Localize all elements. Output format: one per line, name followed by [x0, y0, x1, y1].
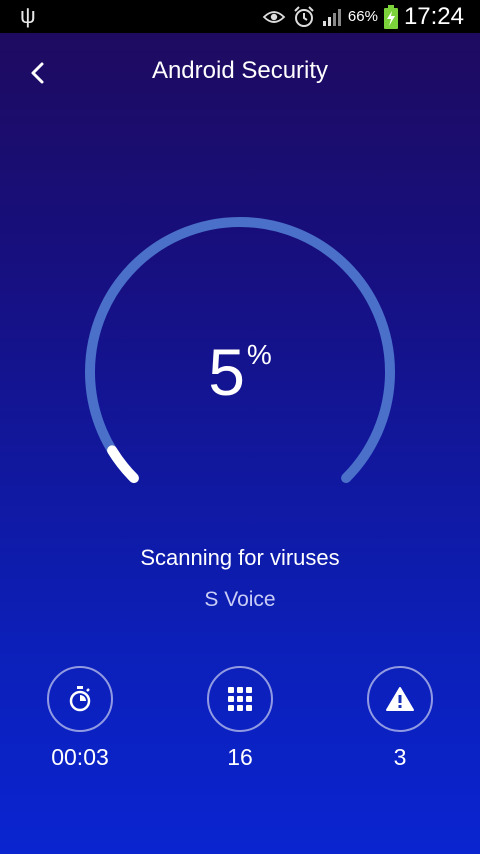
stat-threats-found-circle[interactable] [367, 666, 433, 732]
battery-charging-icon [383, 4, 398, 29]
warning-icon [386, 687, 414, 711]
clock: 17:24 [403, 2, 464, 30]
alarm-icon [292, 5, 316, 29]
scan-status-text: Scanning for viruses [140, 545, 340, 570]
scan-percent-value: 5 [208, 335, 245, 409]
app-header: Android Security [0, 33, 480, 111]
eye-icon [262, 9, 286, 25]
scan-progress-gauge: 5% [80, 212, 400, 532]
status-bar: ψ 66% 17:24 [0, 0, 480, 33]
stat-threats-found-value: 3 [393, 744, 407, 770]
stat-apps-scanned-value: 16 [227, 744, 253, 770]
stat-apps-scanned-circle[interactable] [207, 666, 273, 732]
page-title: Android Security [151, 57, 329, 84]
stat-threats-found: 3 [350, 666, 450, 771]
stopwatch-icon [69, 686, 91, 712]
usb-icon: ψ [20, 3, 36, 28]
stat-elapsed-time: 00:03 [30, 666, 130, 771]
stat-apps-scanned: 16 [190, 666, 290, 771]
status-icons: 66% 17:24 [262, 0, 464, 33]
scan-current-item: S Voice [204, 588, 276, 611]
battery-percent: 66% [347, 8, 378, 25]
stat-elapsed-time-circle[interactable] [47, 666, 113, 732]
scan-percent: 5% [80, 337, 400, 407]
gauge-progress [107, 445, 139, 484]
grid-icon [228, 687, 252, 711]
signal-icon [322, 8, 342, 26]
stat-elapsed-time-value: 00:03 [51, 744, 109, 770]
scan-stats: 00:03 16 3 [0, 666, 480, 776]
scan-percent-unit: % [246, 339, 272, 370]
